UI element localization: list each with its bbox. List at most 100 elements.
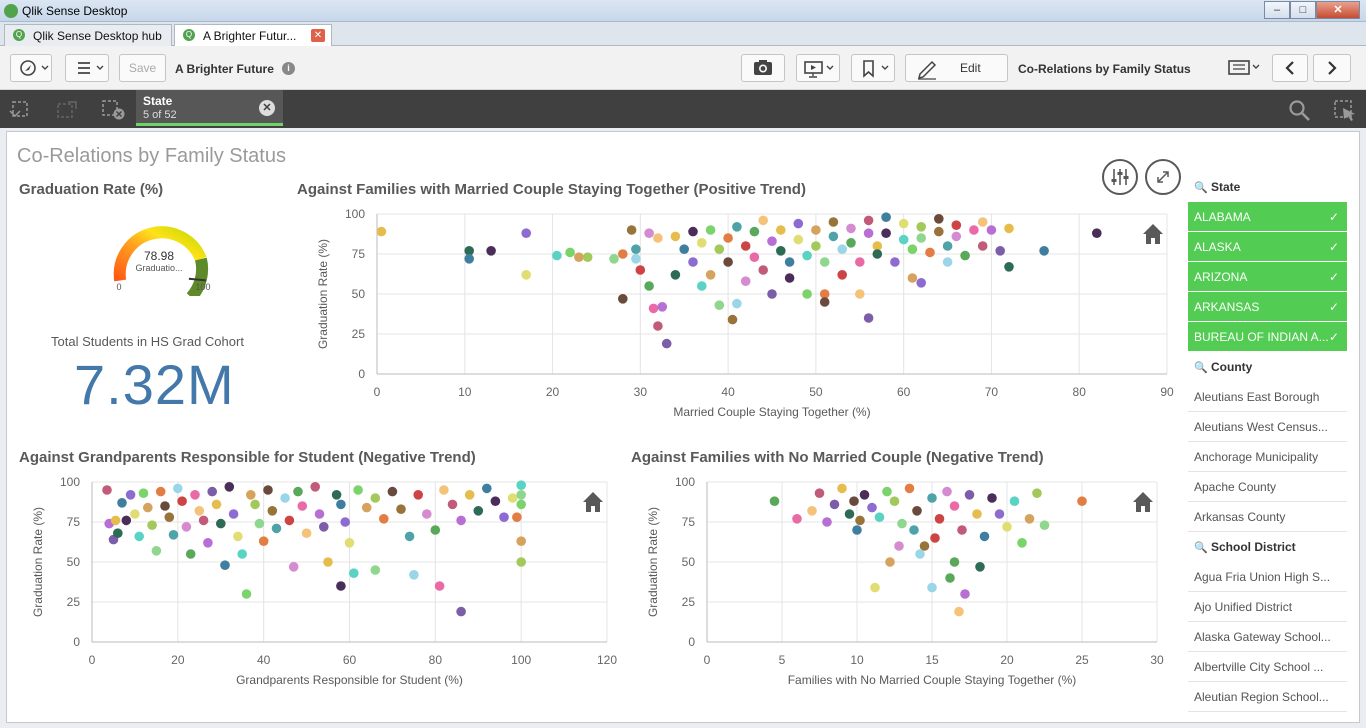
scatter-point[interactable] <box>819 257 830 267</box>
scatter-point[interactable] <box>618 249 628 259</box>
scatter-point[interactable] <box>237 549 247 559</box>
scatter-point[interactable] <box>288 562 299 572</box>
scatter-point[interactable] <box>855 515 865 526</box>
scatter-point[interactable] <box>769 496 780 506</box>
filter-item-county[interactable]: Apache County <box>1188 472 1347 502</box>
previous-sheet-button[interactable] <box>1272 54 1308 82</box>
scatter-point[interactable] <box>909 525 919 535</box>
scatter-point[interactable] <box>314 509 325 519</box>
scatter-point[interactable] <box>516 499 526 510</box>
scatter-grandparents-chart[interactable]: 0 25 50 75 100 0 20 40 60 80 100 120 Grandparents Re… <box>12 472 617 702</box>
search-button[interactable] <box>1288 99 1310 121</box>
scatter-point[interactable] <box>258 536 269 546</box>
scatter-point[interactable] <box>134 531 144 542</box>
scatter-point[interactable] <box>807 506 817 516</box>
scatter-point[interactable] <box>147 520 157 530</box>
scatter-point[interactable] <box>521 270 531 280</box>
scatter-point[interactable] <box>855 289 865 299</box>
scatter-point[interactable] <box>942 486 952 497</box>
scatter-no-married-chart[interactable]: 0 25 50 75 100 0 5 10 15 20 25 30 Families with No M… <box>627 472 1167 702</box>
scatter-point[interactable] <box>859 490 870 500</box>
scatter-point[interactable] <box>1017 538 1027 548</box>
scatter-point[interactable] <box>714 244 725 254</box>
scatter-point[interactable] <box>631 254 641 264</box>
scatter-point[interactable] <box>945 573 955 583</box>
scatter-point[interactable] <box>653 321 663 331</box>
scatter-point[interactable] <box>177 496 187 506</box>
scatter-point[interactable] <box>688 226 698 237</box>
filter-item-county[interactable]: Anchorage Municipality <box>1188 442 1347 472</box>
scatter-point[interactable] <box>972 509 982 519</box>
scatter-point[interactable] <box>464 254 474 264</box>
scatter-point[interactable] <box>102 485 112 495</box>
scatter-point[interactable] <box>829 499 840 510</box>
scatter-point[interactable] <box>190 490 200 500</box>
scatter-point[interactable] <box>828 231 839 242</box>
filter-item-state[interactable]: ALABAMA ✓ <box>1188 202 1347 232</box>
next-sheet-button[interactable] <box>1313 54 1351 82</box>
scatter-point[interactable] <box>297 501 308 511</box>
scatter-point[interactable] <box>949 557 960 567</box>
scatter-point[interactable] <box>310 482 321 492</box>
close-tab-icon[interactable]: ✕ <box>311 29 325 42</box>
scatter-point[interactable] <box>882 486 892 497</box>
scatter-point[interactable] <box>749 226 760 237</box>
scatter-point[interactable] <box>792 514 802 524</box>
scatter-point[interactable] <box>434 581 445 591</box>
scatter-point[interactable] <box>969 225 979 235</box>
scatter-point[interactable] <box>521 228 531 238</box>
scatter-point[interactable] <box>758 215 768 226</box>
scatter-point[interactable] <box>894 541 904 551</box>
scatter-point[interactable] <box>749 252 760 262</box>
scatter-point[interactable] <box>323 557 333 567</box>
scatter-point[interactable] <box>994 509 1005 519</box>
scatter-point[interactable] <box>927 493 937 503</box>
scatter-point[interactable] <box>987 493 997 503</box>
scatter-point[interactable] <box>846 238 856 248</box>
exploration-menu-button[interactable] <box>1102 159 1138 195</box>
scatter-point[interactable] <box>336 499 346 510</box>
scatter-point[interactable] <box>705 225 716 235</box>
scatter-point[interactable] <box>121 515 132 526</box>
scatter-point[interactable] <box>284 515 295 526</box>
scatter-point[interactable] <box>125 490 136 500</box>
scatter-point[interactable] <box>344 538 355 548</box>
scatter-point[interactable] <box>319 522 329 532</box>
scatter-point[interactable] <box>211 499 222 510</box>
filter-item-district[interactable]: Aleutian Region School... <box>1188 682 1347 712</box>
filter-item-county[interactable]: Aleutians East Borough <box>1188 382 1347 412</box>
scatter-point[interactable] <box>203 538 213 548</box>
scatter-point[interactable] <box>661 338 672 349</box>
scatter-point[interactable] <box>361 502 372 513</box>
scatter-point[interactable] <box>957 525 967 535</box>
scatter-point[interactable] <box>697 238 707 248</box>
home-reset-icon[interactable] <box>1133 492 1153 512</box>
scatter-point[interactable] <box>1024 514 1035 524</box>
scatter-point[interactable] <box>336 581 346 591</box>
selection-chip-state[interactable]: State 5 of 52 ✕ <box>136 90 283 126</box>
scatter-point[interactable] <box>732 298 742 309</box>
scatter-point[interactable] <box>898 218 909 229</box>
home-reset-icon[interactable] <box>1143 224 1163 244</box>
scatter-point[interactable] <box>151 546 162 556</box>
scatter-point[interactable] <box>456 606 466 617</box>
scatter-point[interactable] <box>349 568 359 578</box>
scatter-point[interactable] <box>776 246 786 256</box>
scatter-point[interactable] <box>849 496 859 506</box>
scatter-point[interactable] <box>1092 228 1102 238</box>
info-icon[interactable]: i <box>282 62 295 75</box>
scatter-point[interactable] <box>155 486 166 497</box>
scatter-point[interactable] <box>464 490 475 500</box>
scatter-point[interactable] <box>512 512 522 522</box>
scatter-point[interactable] <box>143 502 153 513</box>
home-reset-icon[interactable] <box>583 492 603 512</box>
scatter-point[interactable] <box>130 509 140 519</box>
scatter-point[interactable] <box>609 254 619 264</box>
scatter-point[interactable] <box>904 483 915 494</box>
scatter-point[interactable] <box>784 273 795 283</box>
scatter-point[interactable] <box>618 294 628 304</box>
scatter-point[interactable] <box>942 241 953 251</box>
scatter-point[interactable] <box>1077 496 1087 506</box>
navigation-compass-button[interactable] <box>10 54 52 82</box>
scatter-point[interactable] <box>631 244 641 254</box>
